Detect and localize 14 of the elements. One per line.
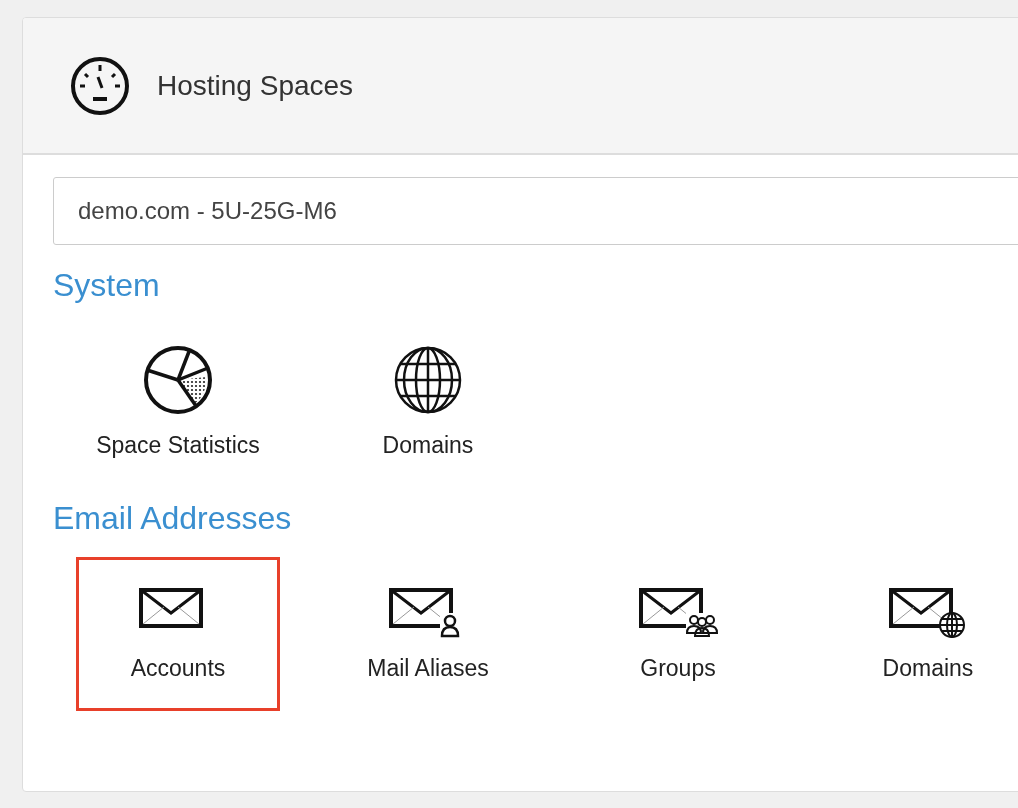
tool-link[interactable]: Accounts — [76, 557, 280, 711]
envelope-globe-icon — [888, 586, 968, 639]
tool-link[interactable]: Mail Aliases — [326, 557, 530, 711]
panel-title: Hosting Spaces — [157, 69, 354, 102]
space-select[interactable]: demo.com - 5U-25G-M6 — [53, 177, 1018, 245]
pie-chart-icon — [142, 343, 214, 416]
gauge-icon — [69, 54, 131, 117]
section-heading: System — [53, 267, 161, 304]
tool-link[interactable]: Domains — [826, 557, 1018, 711]
tool-link[interactable]: Groups — [576, 557, 780, 711]
section-heading: Email Addresses — [53, 500, 293, 537]
tool-link[interactable]: Space Statistics — [76, 324, 280, 478]
tool-link[interactable]: Domains — [326, 324, 530, 478]
envelope-group-icon — [638, 586, 718, 639]
